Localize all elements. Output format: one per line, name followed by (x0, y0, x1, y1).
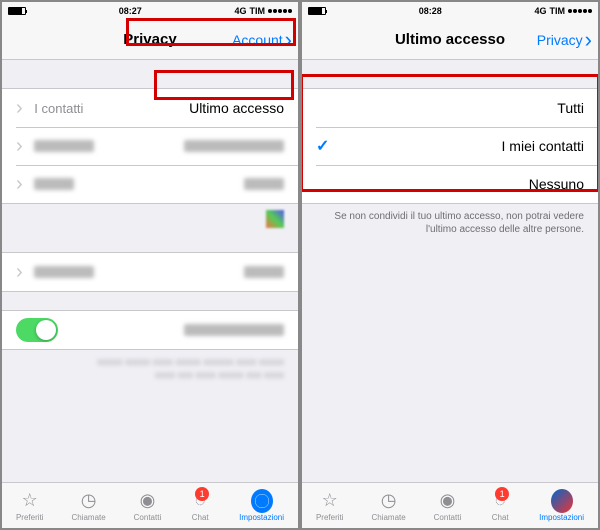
screen-last-seen-options: 08:28 4G TIM Ultimo accesso Privacy Tutt… (302, 2, 598, 528)
gear-icon (551, 490, 573, 512)
option-everyone[interactable]: Tutti (302, 89, 598, 127)
contact-icon: ◉ (136, 490, 158, 512)
list-last-seen-options: Tutti I miei contatti Nessuno (302, 88, 598, 204)
tab-contacts[interactable]: ◉Contatti (134, 490, 162, 522)
list-privacy-blocked (2, 252, 298, 292)
toggle-switch-on[interactable] (16, 318, 58, 342)
status-time: 08:27 (119, 6, 142, 16)
tab-chat[interactable]: 1◌Chat (189, 490, 211, 522)
tab-chat[interactable]: 1◌Chat (489, 490, 511, 522)
option-my-contacts[interactable]: I miei contatti (302, 127, 598, 165)
footer-note: Se non condividi il tuo ultimo accesso, … (302, 204, 598, 242)
nav-bar: Ultimo accesso Privacy (302, 20, 598, 60)
status-time: 08:28 (419, 6, 442, 16)
contact-icon: ◉ (436, 490, 458, 512)
nav-back-account[interactable]: Account (232, 32, 292, 48)
footer-blurred: xxxxx xxxxx xxxx xxxxx xxxxxx xxxx xxxxx… (2, 350, 298, 388)
tab-favorites[interactable]: ☆Preferiti (316, 490, 344, 522)
list-privacy-main: I contatti Ultimo accesso (2, 88, 298, 204)
row-last-seen[interactable]: I contatti Ultimo accesso (2, 89, 298, 127)
tab-settings[interactable]: Impostazioni (539, 490, 584, 522)
option-nobody[interactable]: Nessuno (302, 165, 598, 203)
screen-privacy-settings: 08:27 4G TIM Privacy Account I contatti … (2, 2, 298, 528)
nav-title: Ultimo accesso (395, 31, 505, 48)
tab-settings[interactable]: Impostazioni (239, 490, 284, 522)
star-icon: ☆ (19, 490, 41, 512)
row-blurred[interactable] (2, 127, 298, 165)
list-toggle (2, 310, 298, 350)
badge-chat: 1 (495, 487, 509, 501)
row-blurred[interactable] (2, 165, 298, 203)
tab-calls[interactable]: ◷Chiamate (371, 490, 405, 522)
tab-favorites[interactable]: ☆Preferiti (16, 490, 44, 522)
tab-bar: ☆Preferiti ◷Chiamate ◉Contatti 1◌Chat Im… (2, 482, 298, 528)
nav-bar: Privacy Account (2, 20, 298, 60)
tab-calls[interactable]: ◷Chiamate (71, 490, 105, 522)
checkmark-icon (316, 136, 329, 156)
pixel-icon (266, 210, 284, 228)
footer-blurred (2, 204, 298, 234)
clock-icon: ◷ (378, 490, 400, 512)
nav-back-privacy[interactable]: Privacy (537, 32, 592, 48)
row-blurred[interactable] (2, 253, 298, 291)
tab-bar: ☆Preferiti ◷Chiamate ◉Contatti 1◌Chat Im… (302, 482, 598, 528)
content-area: Tutti I miei contatti Nessuno Se non con… (302, 60, 598, 482)
star-icon: ☆ (319, 490, 341, 512)
content-area: I contatti Ultimo accesso (2, 60, 298, 482)
nav-title: Privacy (123, 31, 176, 48)
gear-icon (251, 490, 273, 512)
clock-icon: ◷ (78, 490, 100, 512)
status-bar: 08:27 4G TIM (2, 2, 298, 20)
status-bar: 08:28 4G TIM (302, 2, 598, 20)
badge-chat: 1 (195, 487, 209, 501)
tab-contacts[interactable]: ◉Contatti (434, 490, 462, 522)
row-toggle[interactable] (2, 311, 298, 349)
